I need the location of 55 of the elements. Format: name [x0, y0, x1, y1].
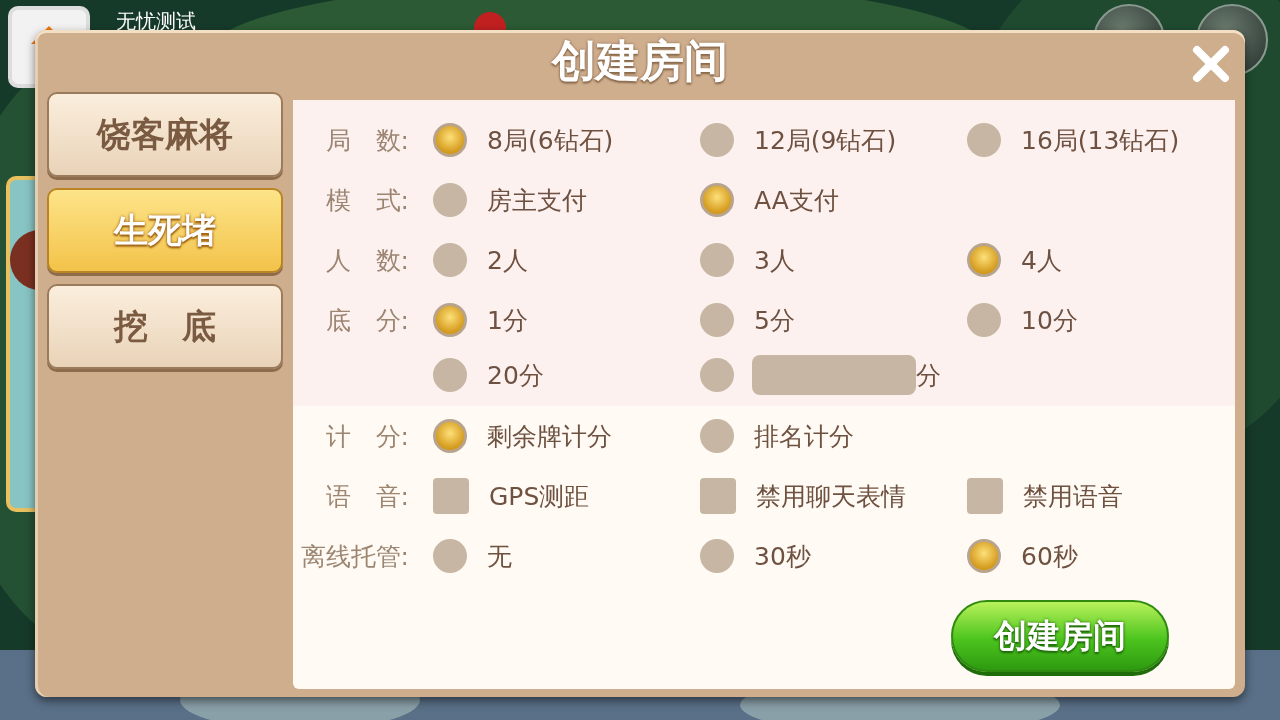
radio-button[interactable]	[700, 243, 734, 277]
option-label: AA支付	[754, 184, 839, 217]
option-label: 2人	[487, 244, 528, 277]
radio-button[interactable]	[700, 303, 734, 337]
option-label: 16局(13钻石)	[1021, 124, 1180, 157]
radio-button[interactable]	[967, 243, 1001, 277]
option-label: 20分	[487, 359, 544, 392]
option-label: 3人	[754, 244, 795, 277]
radio-button[interactable]	[700, 539, 734, 573]
option-label: 4人	[1021, 244, 1062, 277]
setting-label: 人 数:	[325, 244, 410, 277]
checkbox[interactable]	[700, 478, 736, 514]
game-tab[interactable]: 挖 底	[47, 284, 283, 369]
option-label: 30秒	[754, 540, 811, 573]
radio-button[interactable]	[433, 303, 467, 337]
option-label: 禁用聊天表情	[756, 480, 906, 513]
setting-label: 底 分:	[325, 304, 410, 337]
radio-button[interactable]	[967, 123, 1001, 157]
radio-button[interactable]	[433, 183, 467, 217]
score-input-field[interactable]	[752, 355, 916, 395]
checkbox[interactable]	[967, 478, 1003, 514]
option-label: 房主支付	[487, 184, 587, 217]
radio-button[interactable]	[700, 358, 734, 392]
radio-button[interactable]	[433, 123, 467, 157]
setting-label: 语 音:	[325, 480, 410, 513]
option-label: 1分	[487, 304, 528, 337]
option-label: GPS测距	[489, 480, 590, 513]
game-tab[interactable]: 饶客麻将	[47, 92, 283, 177]
option-label: 5分	[754, 304, 795, 337]
user-name: 无忧测试	[116, 8, 196, 35]
option-label: 12局(9钻石)	[754, 124, 897, 157]
radio-button[interactable]	[700, 419, 734, 453]
option-label: 禁用语音	[1023, 480, 1123, 513]
close-button[interactable]	[1191, 44, 1231, 84]
radio-button[interactable]	[700, 183, 734, 217]
setting-label: 离线托管:	[300, 540, 410, 573]
option-label: 10分	[1021, 304, 1078, 337]
option-label: 60秒	[1021, 540, 1078, 573]
radio-button[interactable]	[433, 419, 467, 453]
setting-label: 局 数:	[325, 124, 410, 157]
setting-label: 模 式:	[325, 184, 410, 217]
option-label: 无	[487, 540, 512, 573]
unit-label: 分	[916, 359, 941, 392]
option-label: 排名计分	[754, 420, 854, 453]
option-label: 剩余牌计分	[487, 420, 612, 453]
option-label: 8局(6钻石)	[487, 124, 614, 157]
radio-button[interactable]	[433, 539, 467, 573]
checkbox[interactable]	[433, 478, 469, 514]
dialog-title: 创建房间	[552, 33, 728, 88]
radio-button[interactable]	[700, 123, 734, 157]
radio-button[interactable]	[433, 243, 467, 277]
radio-button[interactable]	[433, 358, 467, 392]
setting-label: 计 分:	[325, 420, 410, 453]
radio-button[interactable]	[967, 539, 1001, 573]
radio-button[interactable]	[967, 303, 1001, 337]
